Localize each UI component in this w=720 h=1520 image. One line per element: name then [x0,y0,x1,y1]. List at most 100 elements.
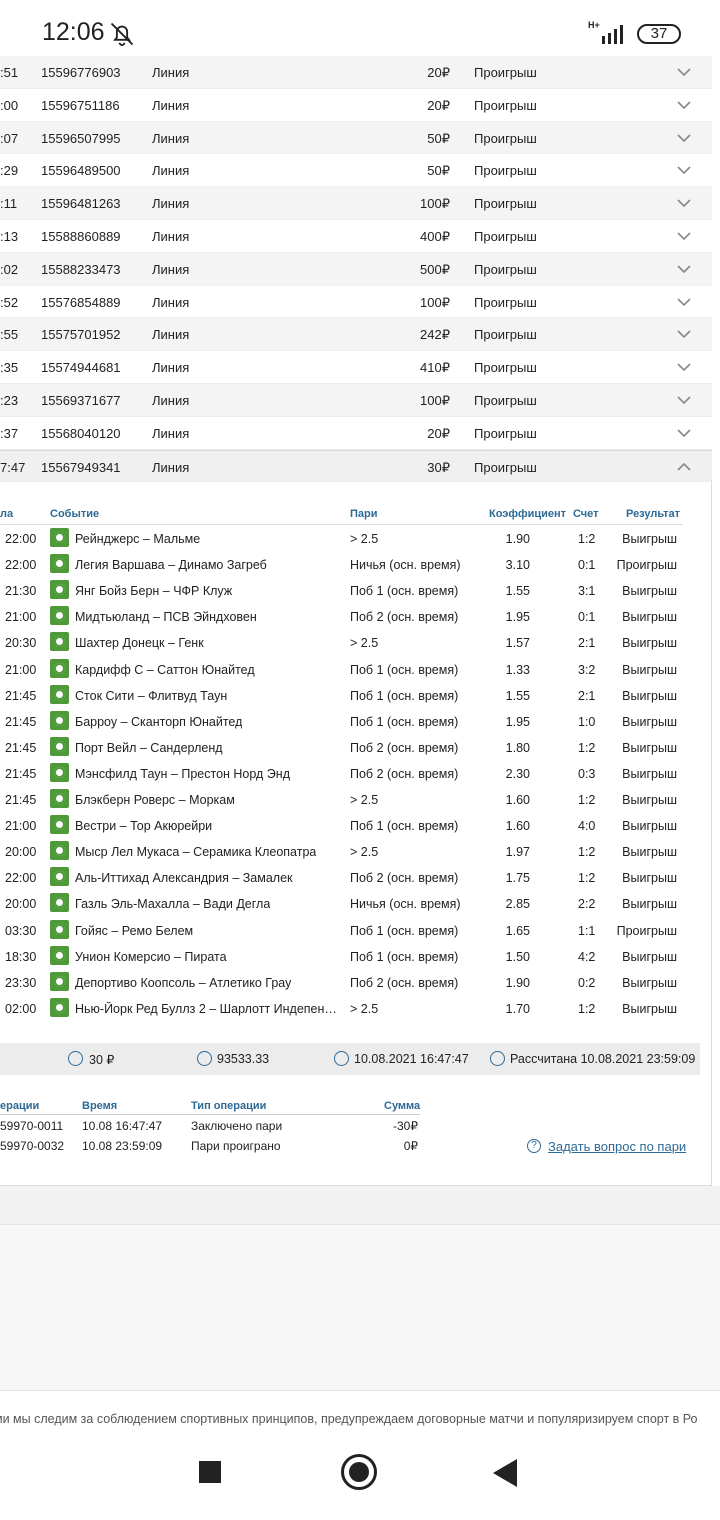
bet-row[interactable]: 7:47 15567949341 Линия 30₽ Проигрыш [0,449,712,483]
bet-time: :02 [0,261,19,277]
chevron-up-icon[interactable] [677,460,691,474]
event-result: Выигрыш [622,871,677,886]
ops-sum: -30₽ [393,1119,418,1133]
bet-type: Линия [152,65,190,80]
event-name: Блэкберн Роверс – Моркам [75,793,235,807]
event-time: 21:45 [5,766,37,781]
event-time: 21:45 [5,714,37,729]
chevron-down-icon[interactable] [677,327,691,341]
bet-row[interactable]: :23 15569371677 Линия 100₽ Проигрыш [0,383,712,417]
bet-type: Линия [152,392,190,408]
ops-header-type: Тип операции [191,1100,267,1112]
soccer-ball-icon [50,632,69,652]
event-bet: Ничья (осн. время) [350,558,461,573]
bet-amount: 20₽ [427,425,450,441]
event-name: Рейнджерс – Мальме [75,532,201,546]
event-score: 1:2 [578,793,596,807]
event-bet: Поб 2 (осн. время) [350,610,459,625]
event-result: Выигрыш [622,714,677,729]
bet-amount: 20₽ [427,65,450,80]
bet-summary-bar: : 30 ₽ 93533.33 10.08.2021 16:47:47 Расс… [0,1043,700,1075]
col-header-event: Событие [50,508,100,520]
event-time: 21:45 [5,793,37,807]
event-bet: > 2.5 [350,845,379,860]
chevron-down-icon[interactable] [677,295,691,309]
event-time: 21:00 [5,662,37,677]
bet-type: Линия [152,97,190,113]
event-row: 21:00 Вестри – Тор Акюрейри Поб 1 (осн. вр… [0,813,690,839]
bet-amount: 50₽ [427,163,450,179]
event-score: 1:2 [578,1001,596,1016]
home-button[interactable] [341,1454,377,1490]
chevron-down-icon[interactable] [677,98,691,112]
bet-row[interactable]: :00 15596751186 Линия 20₽ Проигрыш [0,89,712,122]
chevron-down-icon[interactable] [677,262,691,276]
event-score: 1:0 [578,714,596,729]
soccer-ball-icon [50,789,69,808]
chevron-down-icon[interactable] [677,131,691,145]
bet-result: Проигрыш [474,392,537,408]
bet-id: 15574944681 [41,360,121,376]
bet-amount: 500₽ [420,261,450,277]
chevron-down-icon[interactable] [677,393,691,407]
event-coef: 1.80 [505,740,530,755]
bet-id: 15576854889 [41,294,121,310]
soccer-ball-icon [50,867,69,887]
bet-time: :55 [0,327,19,343]
bet-row[interactable]: :29 15596489500 Линия 50₽ Проигрыш [0,154,712,188]
event-result: Выигрыш [622,975,677,990]
event-result: Выигрыш [622,897,677,912]
event-coef: 1.95 [505,714,530,729]
event-result: Выигрыш [622,845,677,860]
bet-type: Линия [152,459,190,475]
chevron-down-icon[interactable] [677,65,691,79]
event-score: 2:1 [578,636,596,651]
stake-icon [68,1051,83,1066]
bet-row[interactable]: :02 15588233473 Линия 500₽ Проигрыш [0,252,712,286]
bet-row[interactable]: :11 15596481263 Линия 100₽ Проигрыш [0,187,712,220]
event-bet: Поб 1 (осн. время) [350,819,459,834]
chevron-down-icon[interactable] [677,229,691,243]
event-coef: 2.85 [505,897,530,912]
bet-row[interactable]: :37 15568040120 Линия 20₽ Проигрыш [0,417,712,450]
bet-result: Проигрыш [474,163,537,179]
bet-amount: 100₽ [420,392,450,408]
bet-id: 15588860889 [41,228,121,244]
bet-row[interactable]: :13 15588860889 Линия 400₽ Проигрыш [0,220,712,253]
bet-row[interactable]: :35 15574944681 Линия 410₽ Проигрыш [0,351,712,384]
event-bet: > 2.5 [350,793,379,807]
event-coef: 1.60 [505,819,530,834]
bet-row[interactable]: :51 15596776903 Линия 20₽ Проигрыш [0,56,712,89]
question-icon[interactable]: ? [527,1139,541,1153]
bet-row[interactable]: :52 15576854889 Линия 100₽ Проигрыш [0,286,712,319]
ask-question-link[interactable]: Задать вопрос по пари [548,1139,686,1154]
footer-text: ми мы следим за соблюдением спортивных п… [0,1412,698,1426]
event-row: 02:00 Нью-Йорк Ред Буллз 2 – Шарлотт Инде… [0,996,690,1022]
chevron-down-icon[interactable] [677,196,691,210]
event-score: 4:2 [578,949,596,964]
bet-row[interactable]: :55 15575701952 Линия 242₽ Проигрыш [0,318,712,352]
summary-coef: 93533.33 [217,1052,270,1066]
event-name: Аль-Иттихад Александрия – Замалек [75,871,293,886]
event-bet: Поб 1 (осн. время) [350,714,459,729]
bet-time: 7:47 [0,459,26,475]
bet-row[interactable]: :07 15596507995 Линия 50₽ Проигрыш [0,121,712,155]
ops-time: 10.08 23:59:09 [82,1139,163,1153]
event-coef: 3.10 [505,558,530,573]
chevron-down-icon[interactable] [677,426,691,440]
event-bet: Поб 1 (осн. время) [350,923,459,938]
event-score: 3:1 [578,584,596,599]
chevron-down-icon[interactable] [677,163,691,177]
event-name: Газль Эль-Махалла – Вади Дегла [75,897,271,912]
event-score: 0:1 [578,610,596,625]
chevron-down-icon[interactable] [677,360,691,374]
bet-id: 15596489500 [41,163,121,179]
soccer-ball-icon [50,815,69,835]
bet-result: Проигрыш [474,228,537,244]
soccer-ball-icon [50,971,69,991]
back-button[interactable] [493,1459,517,1487]
event-coef: 1.95 [505,610,530,625]
event-name: Мыср Лел Мукаса – Серамика Клеопатра [75,845,317,860]
recent-apps-button[interactable] [199,1461,221,1483]
event-row: 20:00 Мыср Лел Мукаса – Серамика Клеопатр… [0,839,690,865]
